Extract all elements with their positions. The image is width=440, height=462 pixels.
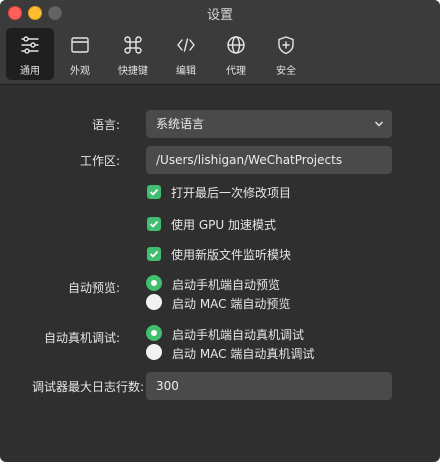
language-select[interactable]: 系统语言 (146, 110, 392, 138)
proxy-globe-icon (227, 36, 245, 54)
radio-label: 启动 MAC 端自动预览 (172, 297, 291, 311)
checkbox-gpu-acceleration[interactable] (147, 217, 161, 231)
chevron-down-icon (375, 121, 383, 127)
titlebar: 设置 通用 外观 快捷键 编辑 代理 安全 (0, 0, 440, 85)
tab-label: 代理 (226, 66, 246, 77)
appearance-window-icon (71, 37, 89, 53)
workspace-label: 工作区: (79, 154, 120, 168)
radio-debug-phone[interactable] (146, 325, 162, 341)
tab-shortcuts[interactable]: 快捷键 (109, 28, 157, 80)
shortcut-command-icon (124, 36, 142, 54)
language-label: 语言: (91, 118, 120, 132)
checkbox-new-file-watcher[interactable] (147, 247, 161, 261)
tab-label: 快捷键 (118, 66, 148, 77)
code-editor-icon (177, 38, 195, 52)
workspace-field[interactable]: /Users/lishigan/WeChatProjects (146, 146, 392, 174)
radio-label: 启动 MAC 端自动真机调试 (172, 347, 315, 361)
settings-window: 设置 通用 外观 快捷键 编辑 代理 安全 语言: 系统语言 工作区: /Use… (0, 0, 440, 462)
radio-label: 启动手机端自动真机调试 (172, 328, 305, 342)
checkbox-label: 使用 GPU 加速模式 (171, 218, 276, 232)
tab-label: 通用 (20, 66, 40, 77)
auto-debug-label: 自动真机调试: (43, 331, 120, 345)
checkmark-icon (149, 220, 159, 228)
auto-preview-label: 自动预览: (67, 281, 120, 295)
max-log-input[interactable]: 300 (146, 372, 392, 400)
checkbox-open-last-project[interactable] (147, 185, 161, 199)
checkmark-icon (149, 188, 159, 196)
language-select-value: 系统语言 (156, 117, 205, 131)
tab-general[interactable]: 通用 (6, 28, 54, 80)
radio-label: 启动手机端自动预览 (172, 278, 281, 292)
window-title: 设置 (206, 8, 233, 23)
tab-appearance[interactable]: 外观 (56, 28, 104, 80)
tab-label: 安全 (276, 66, 296, 77)
tab-label: 外观 (70, 66, 90, 77)
tab-security[interactable]: 安全 (262, 28, 310, 80)
security-shield-icon (278, 36, 294, 55)
tab-label: 编辑 (176, 66, 196, 77)
checkmark-icon (149, 250, 159, 258)
radio-preview-phone[interactable] (146, 275, 162, 291)
tab-editor[interactable]: 编辑 (162, 28, 210, 80)
tab-proxy[interactable]: 代理 (212, 28, 260, 80)
checkbox-label: 打开最后一次修改项目 (171, 186, 292, 200)
radio-preview-mac[interactable] (146, 294, 162, 310)
radio-debug-mac[interactable] (146, 344, 162, 360)
general-sliders-icon (21, 36, 39, 54)
max-log-label: 调试器最大日志行数: (31, 380, 144, 394)
checkbox-label: 使用新版文件监听模块 (171, 248, 292, 262)
